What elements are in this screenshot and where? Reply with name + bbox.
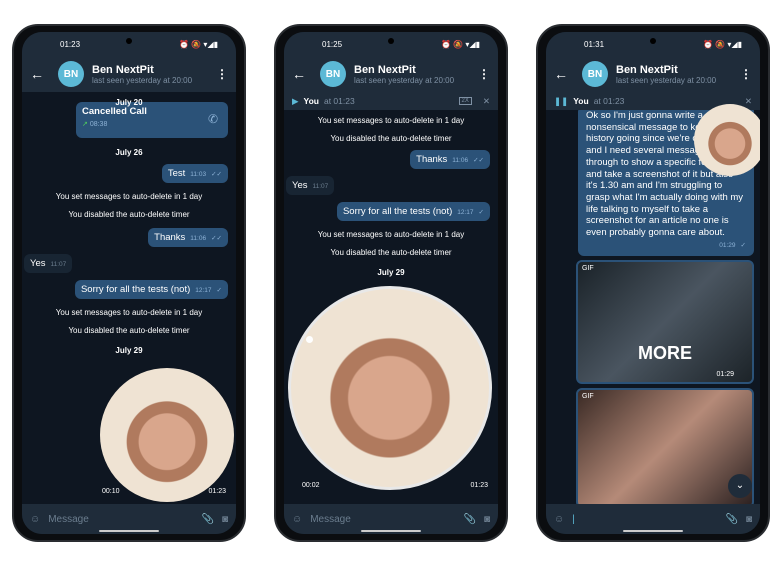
home-indicator xyxy=(361,530,421,532)
camera xyxy=(126,38,132,44)
contact-name[interactable]: Ben NextPit xyxy=(92,64,192,76)
message-bubble[interactable]: Thanks 11:06 ✓✓ xyxy=(148,228,228,247)
system-message: You set messages to auto-delete in 1 day xyxy=(55,192,203,201)
status-icons: ⏰ 🔕 ▾◢▮ xyxy=(179,39,218,49)
video-message-expanded[interactable] xyxy=(288,286,492,490)
message-bubble-incoming[interactable]: Yes 11:07 xyxy=(286,176,335,195)
chat-header: ← BN Ben NextPit last seen yesterday at 2… xyxy=(546,56,760,92)
player-sender: You xyxy=(573,96,589,106)
home-indicator xyxy=(623,530,683,532)
video-message[interactable] xyxy=(100,368,234,502)
gif-label: GIF xyxy=(582,393,594,400)
status-bar: 01:31 ⏰ 🔕 ▾◢▮ xyxy=(546,32,760,56)
gif-time: 01:29 xyxy=(716,371,734,378)
system-message: You set messages to auto-delete in 1 day xyxy=(317,116,465,125)
gif-message[interactable]: GIF xyxy=(576,388,754,508)
system-message: You disabled the auto-delete timer xyxy=(68,210,190,219)
phone-2: 01:25 ⏰ 🔕 ▾◢▮ ← BN Ben NextPit last seen y… xyxy=(274,24,508,542)
close-icon[interactable]: ✕ xyxy=(483,96,490,107)
contact-name[interactable]: Ben NextPit xyxy=(354,64,454,76)
message-list[interactable]: Cancelled Call ↗ 08:38 ✆ July 20 July 26… xyxy=(22,92,236,504)
clock: 01:23 xyxy=(60,39,81,49)
back-arrow-icon[interactable]: ← xyxy=(554,66,582,82)
last-seen: last seen yesterday at 20:00 xyxy=(354,75,455,85)
phone-1: 01:23 ⏰ 🔕 ▾◢▮ ← BN Ben NextPit last seen y… xyxy=(12,24,246,542)
video-seek-handle[interactable] xyxy=(306,336,313,343)
clock: 01:25 xyxy=(322,39,343,49)
contact-name[interactable]: Ben NextPit xyxy=(616,64,716,76)
message-bubble[interactable]: Thanks 11:06 ✓✓ xyxy=(410,150,490,169)
gif-caption: MORE xyxy=(638,343,692,363)
cancelled-call-bubble[interactable]: Cancelled Call ↗ 08:38 ✆ xyxy=(76,102,228,138)
message-list[interactable]: You set messages to auto-delete in 1 day… xyxy=(284,110,498,504)
back-arrow-icon[interactable]: ← xyxy=(292,66,320,82)
message-bubble[interactable]: Test 11:03 ✓✓ xyxy=(161,164,228,183)
emoji-icon[interactable]: ☺ xyxy=(30,514,40,525)
playback-speed-button[interactable]: 2X xyxy=(458,97,472,105)
call-title: Cancelled Call xyxy=(82,106,147,117)
date-separator: July 29 xyxy=(377,268,405,277)
system-message: You set messages to auto-delete in 1 day xyxy=(55,308,203,317)
more-menu-icon[interactable]: ⋮ xyxy=(740,67,752,81)
message-bubble[interactable]: Sorry for all the tests (not) 12:17 ✓ xyxy=(74,280,228,299)
video-time: 01:23 xyxy=(208,488,226,495)
message-bubble-incoming[interactable]: Yes 11:07 xyxy=(24,254,73,273)
system-message: You disabled the auto-delete timer xyxy=(330,134,452,143)
gif-label: GIF xyxy=(582,265,594,272)
date-separator: July 26 xyxy=(115,148,143,157)
close-icon[interactable]: ✕ xyxy=(745,96,752,107)
avatar[interactable]: BN xyxy=(582,61,608,87)
pause-icon[interactable]: ❚❚ xyxy=(554,96,568,107)
system-message: You disabled the auto-delete timer xyxy=(330,248,452,257)
camera xyxy=(388,38,394,44)
message-bubble[interactable]: Sorry for all the tests (not) 12:17 ✓ xyxy=(336,202,490,221)
more-menu-icon[interactable]: ⋮ xyxy=(478,67,490,81)
player-sender: You xyxy=(303,96,319,106)
status-bar: 01:23 ⏰ 🔕 ▾◢▮ xyxy=(22,32,236,56)
chat-header: ← BN Ben NextPit last seen yesterday at 2… xyxy=(284,56,498,92)
home-indicator xyxy=(99,530,159,532)
date-separator: July 29 xyxy=(115,346,143,355)
phone-3: 01:31 ⏰ 🔕 ▾◢▮ ← BN Ben NextPit last seen y… xyxy=(536,24,770,542)
status-icons: ⏰ 🔕 ▾◢▮ xyxy=(703,39,742,49)
camera xyxy=(650,38,656,44)
attach-icon[interactable]: 📎 xyxy=(464,514,476,525)
audio-player-bar: ▶ You at 01:23 2X ✕ xyxy=(284,92,498,110)
avatar[interactable]: BN xyxy=(58,61,84,87)
date-separator: July 20 xyxy=(115,98,143,107)
player-time: at 01:23 xyxy=(323,96,355,106)
status-bar: 01:25 ⏰ 🔕 ▾◢▮ xyxy=(284,32,498,56)
player-time: at 01:23 xyxy=(593,96,625,106)
status-icons: ⏰ 🔕 ▾◢▮ xyxy=(441,39,480,49)
message-input[interactable]: Message xyxy=(310,514,455,525)
system-message: You disabled the auto-delete timer xyxy=(68,326,190,335)
camera-icon[interactable]: ◙ xyxy=(222,514,228,525)
more-menu-icon[interactable]: ⋮ xyxy=(216,67,228,81)
gif-message[interactable]: GIF MORE 01:29 xyxy=(576,260,754,384)
phone-icon[interactable]: ✆ xyxy=(208,112,218,126)
last-seen: last seen yesterday at 20:00 xyxy=(92,75,193,85)
back-arrow-icon[interactable]: ← xyxy=(30,66,58,82)
attach-icon[interactable]: 📎 xyxy=(202,514,214,525)
scroll-down-button[interactable]: ⌄ xyxy=(728,474,752,498)
emoji-icon[interactable]: ☺ xyxy=(292,514,302,525)
call-time: 08:38 xyxy=(89,121,108,128)
clock: 01:31 xyxy=(584,39,605,49)
play-icon[interactable]: ▶ xyxy=(292,96,299,107)
attach-icon[interactable]: 📎 xyxy=(726,514,738,525)
message-input[interactable]: Message xyxy=(48,514,193,525)
system-message: You set messages to auto-delete in 1 day xyxy=(317,230,465,239)
chat-header: ← BN Ben NextPit last seen yesterday at 2… xyxy=(22,56,236,92)
camera-icon[interactable]: ◙ xyxy=(484,514,490,525)
video-time: 01:23 xyxy=(470,482,488,489)
outgoing-arrow-icon: ↗ xyxy=(82,121,88,128)
last-seen: last seen yesterday at 20:00 xyxy=(616,75,717,85)
floating-video-player[interactable] xyxy=(694,104,760,176)
camera-icon[interactable]: ◙ xyxy=(746,514,752,525)
emoji-icon[interactable]: ☺ xyxy=(554,514,564,525)
avatar[interactable]: BN xyxy=(320,61,346,87)
message-input[interactable]: | xyxy=(572,514,717,525)
